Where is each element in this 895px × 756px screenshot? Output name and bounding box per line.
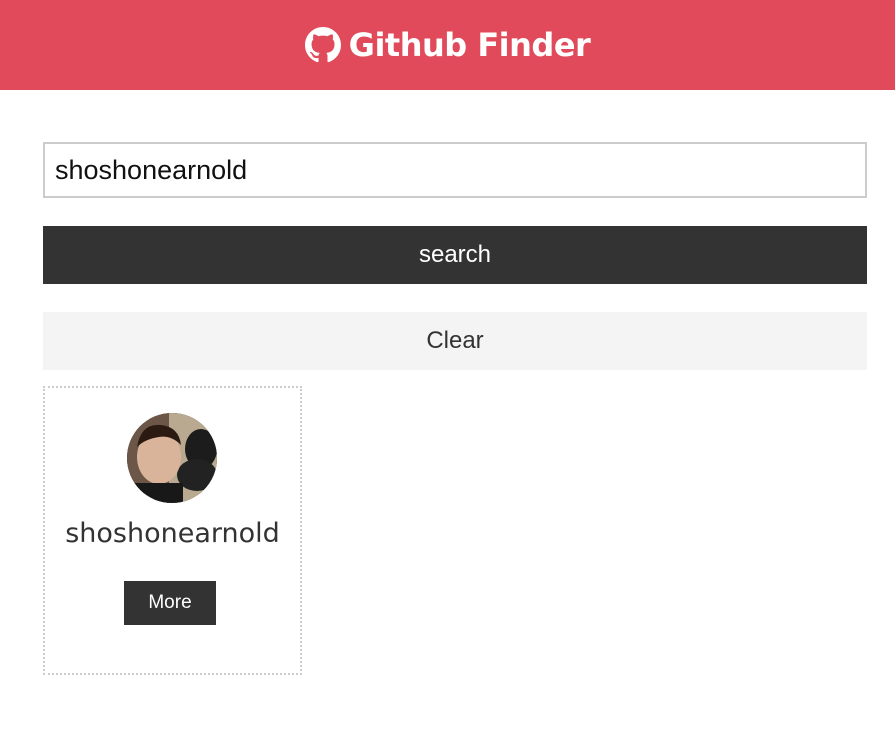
brand: Github Finder — [304, 26, 591, 64]
search-button[interactable]: search — [43, 226, 867, 284]
navbar: Github Finder — [0, 0, 895, 90]
avatar — [127, 413, 217, 503]
more-button[interactable]: More — [124, 581, 216, 625]
search-input[interactable] — [43, 142, 867, 198]
clear-button[interactable]: Clear — [43, 312, 867, 370]
user-card: shoshonearnold More — [43, 386, 302, 675]
username: shoshonearnold — [65, 518, 280, 549]
app-title: Github Finder — [348, 26, 591, 64]
github-icon — [304, 27, 341, 63]
